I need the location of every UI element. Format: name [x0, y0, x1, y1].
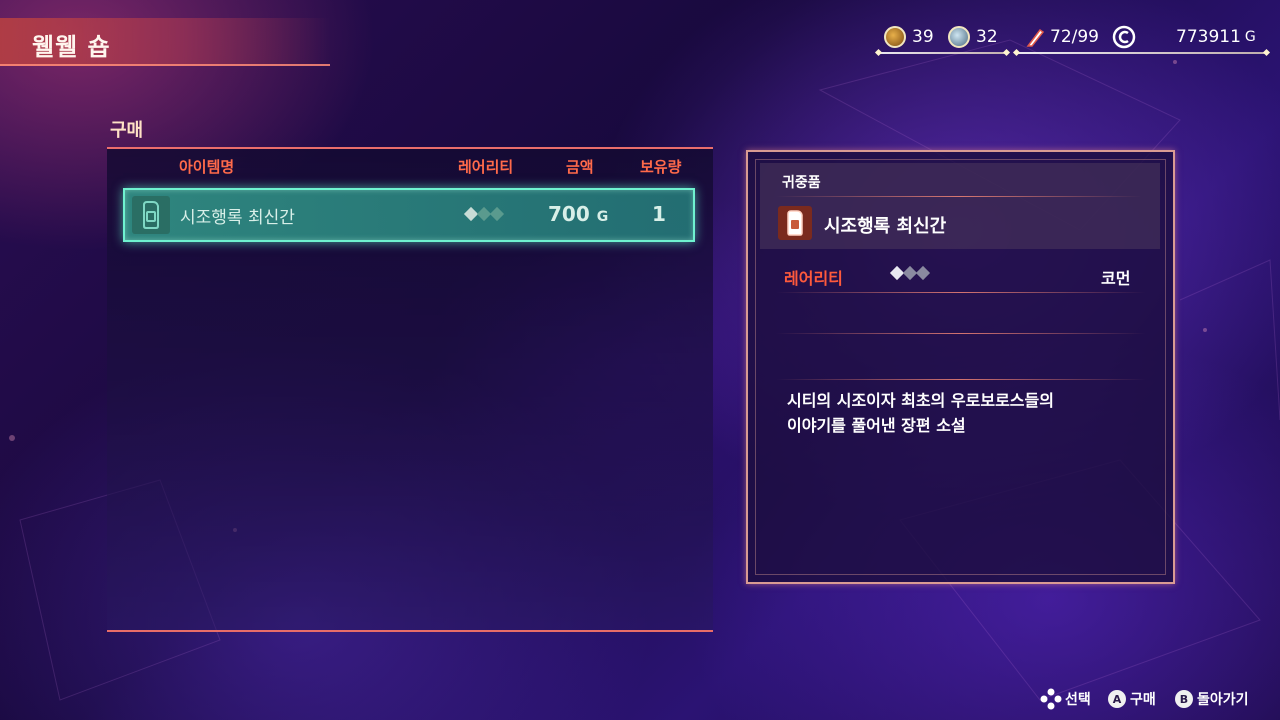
- status-underline-left: [878, 52, 1008, 54]
- status-ornament: [1002, 48, 1011, 57]
- status-ornament: [874, 48, 883, 57]
- select-label: 선택: [1065, 692, 1091, 708]
- item-price-unit: G: [596, 209, 609, 225]
- blue-sepith-icon: [948, 26, 970, 48]
- coin-icon: [1112, 25, 1136, 49]
- money-unit: G: [1244, 29, 1256, 45]
- item-price: 700 G: [548, 202, 608, 226]
- rarity-diamond-empty: [489, 206, 505, 222]
- status-underline-right: [1016, 52, 1268, 54]
- book-item-icon: [132, 196, 170, 234]
- item-detail-name: 시조행록 최신간: [824, 216, 947, 237]
- dpad-icon: [1040, 688, 1062, 710]
- item-rarity-indicator: [463, 206, 505, 222]
- column-header-price: 금액: [566, 158, 594, 176]
- quill-icon: [1024, 26, 1046, 48]
- divider: [776, 196, 1142, 197]
- item-price-value: 700: [548, 202, 590, 226]
- section-label: 구매: [110, 120, 144, 141]
- orange-sepith-icon: [884, 26, 906, 48]
- back-button[interactable]: B 돌아가기: [1175, 687, 1249, 711]
- b-button-icon: B: [1175, 690, 1193, 708]
- status-ornament: [1262, 48, 1271, 57]
- select-hint: 선택: [1040, 687, 1091, 711]
- capacity-counter: 72/99: [1024, 22, 1099, 52]
- detail-rarity-indicator: [889, 265, 931, 281]
- sepith-a-counter: 39: [884, 22, 934, 52]
- capacity-value: 72/99: [1050, 27, 1099, 47]
- buy-label: 구매: [1130, 692, 1156, 708]
- column-header-rarity: 레어리티: [458, 158, 514, 176]
- item-category: 귀중품: [782, 175, 821, 191]
- back-label: 돌아가기: [1197, 692, 1249, 708]
- sepith-b-counter: 32: [948, 22, 998, 52]
- column-header-owned: 보유량: [640, 158, 682, 176]
- divider: [776, 333, 1146, 334]
- divider: [776, 379, 1146, 380]
- sepith-b-value: 32: [976, 27, 998, 47]
- sepith-a-value: 39: [912, 27, 934, 47]
- a-button-icon: A: [1108, 690, 1126, 708]
- status-ornament: [1012, 48, 1021, 57]
- item-owned: 1: [652, 202, 666, 226]
- divider: [776, 292, 1146, 293]
- buy-button[interactable]: A 구매: [1108, 687, 1156, 711]
- rarity-diamond-empty: [915, 265, 931, 281]
- column-header-name: 아이템명: [179, 158, 235, 176]
- description-line: 시티의 시조이자 최초의 우로보로스들의: [787, 391, 1054, 410]
- rarity-label: 레어리티: [784, 269, 843, 288]
- rarity-value: 코먼: [1101, 269, 1131, 288]
- money-value: 773911: [1176, 27, 1241, 47]
- item-name: 시조행록 최신간: [180, 208, 295, 228]
- page-title: 웰웰 숍: [32, 33, 111, 61]
- book-item-icon: [778, 206, 812, 240]
- money-counter: 773911 G: [1112, 22, 1256, 52]
- item-description: 시티의 시조이자 최초의 우로보로스들의 이야기를 풀어낸 장편 소설: [787, 388, 1147, 438]
- description-line: 이야기를 풀어낸 장편 소설: [787, 416, 966, 435]
